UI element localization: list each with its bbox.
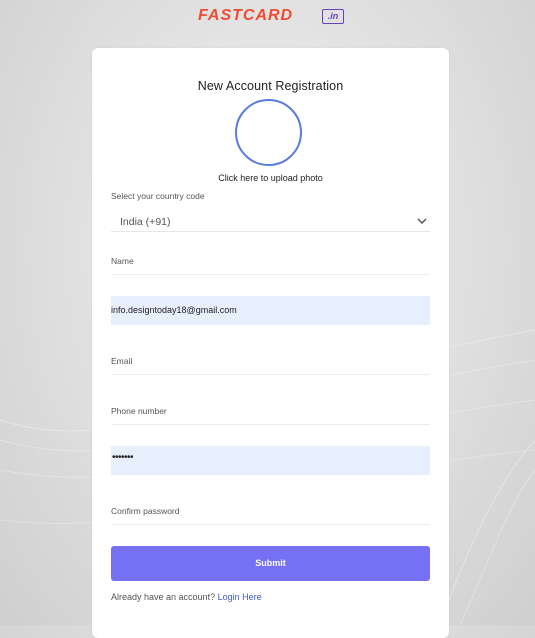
email-field-underline xyxy=(111,374,430,375)
login-prompt-text: Already have an account? xyxy=(111,592,216,602)
login-prompt: Already have an account? Login Here xyxy=(111,592,262,602)
confirm-password-field[interactable]: Confirm password xyxy=(111,506,180,516)
chevron-down-icon xyxy=(417,218,427,225)
confirm-password-underline xyxy=(111,524,430,525)
login-link[interactable]: Login Here xyxy=(218,592,262,602)
photo-upload-label[interactable]: Click here to upload photo xyxy=(92,173,449,183)
name-field[interactable]: Name xyxy=(111,256,134,266)
photo-upload-circle[interactable] xyxy=(235,99,302,166)
phone-number-field[interactable]: Phone number xyxy=(111,406,167,416)
country-code-select[interactable]: India (+91) xyxy=(111,212,430,232)
phone-field-underline xyxy=(111,424,430,425)
page-title: New Account Registration xyxy=(197,79,344,93)
autofilled-email-value: info.designtoday18@gmail.com xyxy=(111,305,237,315)
brand-logo: FASTCARD .in xyxy=(198,7,344,25)
country-code-value: India (+91) xyxy=(120,216,171,228)
registration-card: New Account Registration Click here to u… xyxy=(92,48,449,638)
submit-button[interactable]: Submit xyxy=(111,546,430,581)
password-mask: ••••••• xyxy=(112,452,134,463)
country-code-label: Select your country code xyxy=(111,191,205,201)
email-field[interactable]: Email xyxy=(111,356,132,366)
password-input[interactable]: ••••••• xyxy=(111,446,430,475)
logo-text: FASTCARD xyxy=(198,7,294,24)
name-field-underline xyxy=(111,274,430,275)
logo-domain-badge: .in xyxy=(322,9,344,24)
autofilled-email-input[interactable]: info.designtoday18@gmail.com xyxy=(111,296,430,325)
